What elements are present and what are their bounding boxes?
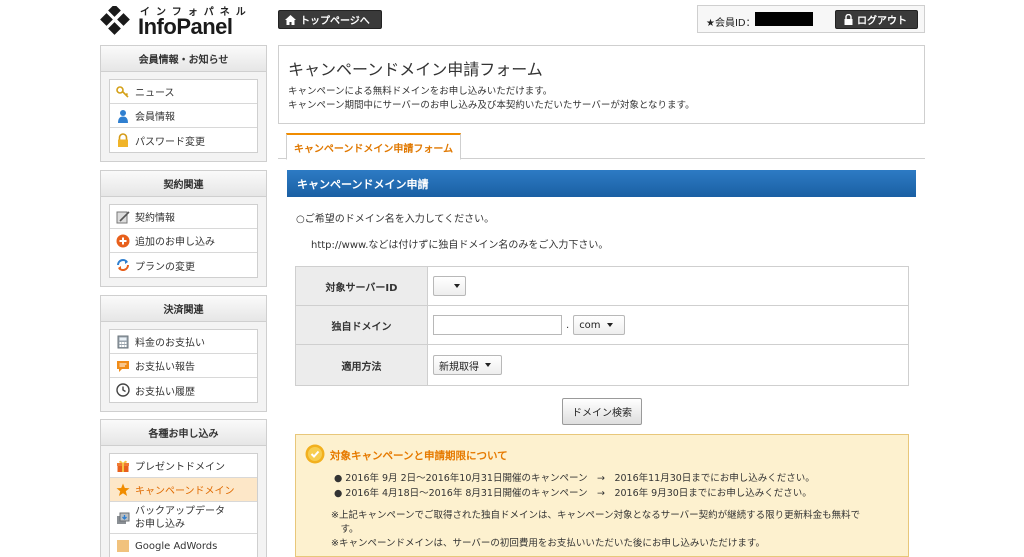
star-icon [116, 483, 130, 497]
refresh-icon [116, 258, 130, 272]
tab-bar: キャンペーンドメイン申請フォーム [278, 132, 925, 160]
form-row-domain: 独自ドメイン . com [296, 306, 908, 345]
sidebar-group-payment: 決済関連 料金のお支払い お支払い報告 お支払い履歴 [100, 295, 267, 412]
key-icon [116, 85, 130, 99]
sidebar-item-present-domain[interactable]: プレゼントドメイン [110, 454, 257, 478]
campaign-info-title: 対象キャンペーンと申請期限について [330, 450, 508, 462]
page-header-box: キャンペーンドメイン申請フォーム キャンペーンによる無料ドメインをお申し込みいた… [278, 45, 925, 124]
sidebar-group-title: 各種お申し込み [101, 420, 266, 446]
domain-label: 独自ドメイン [296, 306, 428, 344]
sidebar-item-pay-fees[interactable]: 料金のお支払い [110, 330, 257, 354]
sidebar-item-member-info[interactable]: 会員情報 [110, 104, 257, 128]
campaign-period-item: ● 2016年 4月18日～2016年 8月31日開催のキャンペーン → 201… [334, 488, 812, 499]
page-description-line1: キャンペーンによる無料ドメインをお申し込みいただけます。 [288, 86, 553, 97]
sidebar-item-password[interactable]: パスワード変更 [110, 128, 257, 152]
logout-button[interactable]: ログアウト [835, 10, 918, 29]
logo-text: InfoPanel [138, 14, 233, 39]
instruction-hint: http://www.などは付けずに独自ドメイン名のみをご入力下さい。 [311, 240, 609, 251]
application-form: 対象サーバーID 独自ドメイン . com 適用方法 新規取得 [295, 266, 909, 386]
sidebar-item-label: キャンペーンドメイン [135, 486, 235, 497]
domain-search-button[interactable]: ドメイン検索 [562, 398, 642, 425]
sidebar-group-applications: 各種お申し込み プレゼントドメイン キャンペーンドメイン バックアップデータ お… [100, 419, 267, 557]
server-id-select[interactable] [433, 276, 466, 296]
sidebar-item-label: プランの変更 [135, 261, 195, 273]
sidebar-item-payment-history[interactable]: お支払い履歴 [110, 378, 257, 402]
sidebar-item-news[interactable]: ニュース [110, 80, 257, 104]
sidebar-item-label: 会員情報 [135, 112, 175, 123]
top-page-button[interactable]: トップページへ [278, 10, 382, 29]
chevron-down-icon [454, 284, 460, 288]
campaign-note: す。 [331, 524, 359, 535]
domain-dot: . [566, 319, 570, 331]
sidebar-group-title: 契約関連 [101, 171, 266, 197]
sidebar-item-backup-data[interactable]: バックアップデータ お申し込み [110, 502, 257, 534]
gift-icon [116, 459, 130, 473]
infopanel-logo[interactable]: インフォパネル InfoPanel [100, 3, 260, 39]
tld-select[interactable]: com [573, 315, 626, 335]
sidebar-item-additional-order[interactable]: 追加のお申し込み [110, 229, 257, 253]
sidebar-item-adwords[interactable]: Google AdWords [110, 534, 257, 557]
sidebar-item-payment-report[interactable]: お支払い報告 [110, 354, 257, 378]
sidebar-item-label: 契約情報 [135, 213, 175, 224]
backup-icon [116, 511, 130, 525]
campaign-info-box: 対象キャンペーンと申請期限について ● 2016年 9月 2日～2016年10月… [295, 434, 909, 557]
member-id-label: ★会員ID： [706, 18, 756, 29]
form-row-method: 適用方法 新規取得 [296, 345, 908, 385]
sidebar-item-label: Google AdWords [135, 540, 218, 552]
tab-campaign-form[interactable]: キャンペーンドメイン申請フォーム [286, 133, 461, 160]
sidebar-item-label: お支払い報告 [135, 362, 195, 373]
home-icon [285, 14, 296, 25]
user-icon [116, 109, 130, 123]
sidebar-item-label: お支払い履歴 [135, 386, 195, 398]
campaign-note: ※上記キャンペーンでご取得された独自ドメインは、キャンペーン対象となるサーバー契… [331, 510, 861, 521]
calculator-icon [116, 335, 130, 349]
sidebar-item-plan-change[interactable]: プランの変更 [110, 253, 257, 277]
form-row-server-id: 対象サーバーID [296, 267, 908, 306]
method-label: 適用方法 [296, 345, 428, 385]
server-id-label: 対象サーバーID [296, 267, 428, 305]
sidebar-group-member: 会員情報・お知らせ ニュース 会員情報 パスワード変更 [100, 45, 267, 162]
instruction-text: ○ご希望のドメイン名を入力してください。 [296, 214, 495, 225]
campaign-badge-icon [305, 444, 325, 464]
sidebar-item-label: ニュース [135, 88, 175, 99]
sidebar-item-campaign-domain[interactable]: キャンペーンドメイン [110, 478, 257, 502]
chevron-down-icon [485, 363, 491, 367]
member-info-box: ★会員ID： ログアウト [697, 5, 925, 33]
domain-input[interactable] [433, 315, 562, 335]
sidebar-item-label: 料金のお支払い [135, 338, 205, 349]
logout-label: ログアウト [857, 16, 907, 27]
tld-value: com [579, 319, 601, 331]
sidebar-item-label: プレゼントドメイン [135, 462, 225, 473]
top-page-label: トップページへ [300, 16, 370, 27]
contract-icon [116, 210, 130, 224]
sidebar-item-contract-info[interactable]: 契約情報 [110, 205, 257, 229]
campaign-note: ※キャンペーンドメインは、サーバーの初回費用をお支払いいただいた後にお申し込みい… [331, 538, 765, 549]
logo-diamond-icon [100, 6, 130, 35]
sidebar-item-label: 追加のお申し込み [135, 237, 215, 248]
chevron-down-icon [606, 323, 613, 327]
clock-icon [116, 383, 130, 397]
lock-icon [116, 133, 130, 147]
sidebar-item-label: パスワード変更 [135, 136, 205, 148]
section-title: キャンペーンドメイン申請 [287, 170, 916, 197]
page-title: キャンペーンドメイン申請フォーム [288, 60, 543, 79]
lock-icon [844, 14, 853, 25]
sidebar-group-contract: 契約関連 契約情報 追加のお申し込み プランの変更 [100, 170, 267, 287]
sidebar-item-label-line2: お申し込み [135, 518, 185, 530]
sidebar-group-title: 会員情報・お知らせ [101, 46, 266, 72]
adwords-icon [116, 539, 130, 553]
plus-circle-icon [116, 234, 130, 248]
campaign-period-item: ● 2016年 9月 2日～2016年10月31日開催のキャンペーン → 201… [334, 473, 815, 484]
sidebar-item-label: バックアップデータ [135, 505, 225, 517]
page-description-line2: キャンペーン期間中にサーバーのお申し込み及び本契約いただいたサーバーが対象となり… [288, 100, 695, 111]
method-value: 新規取得 [439, 361, 479, 373]
sidebar-group-title: 決済関連 [101, 296, 266, 322]
member-id-redacted [755, 12, 813, 26]
method-select[interactable]: 新規取得 [433, 355, 502, 375]
message-icon [116, 359, 130, 373]
